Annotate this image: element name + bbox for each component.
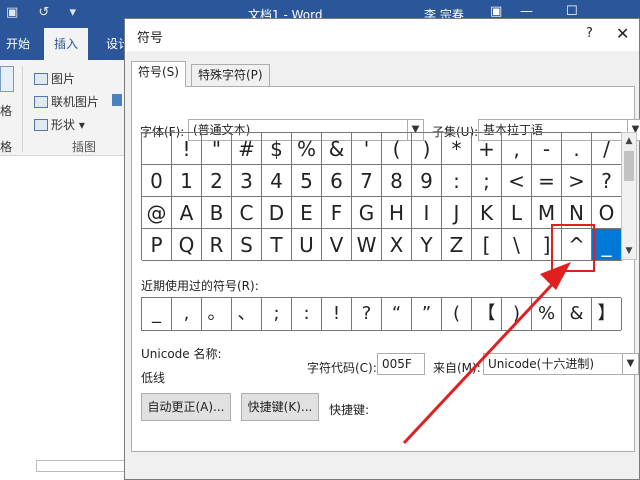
annotation-arrow-icon <box>402 262 571 445</box>
tab-symbols[interactable]: 符号(S) <box>131 61 186 87</box>
